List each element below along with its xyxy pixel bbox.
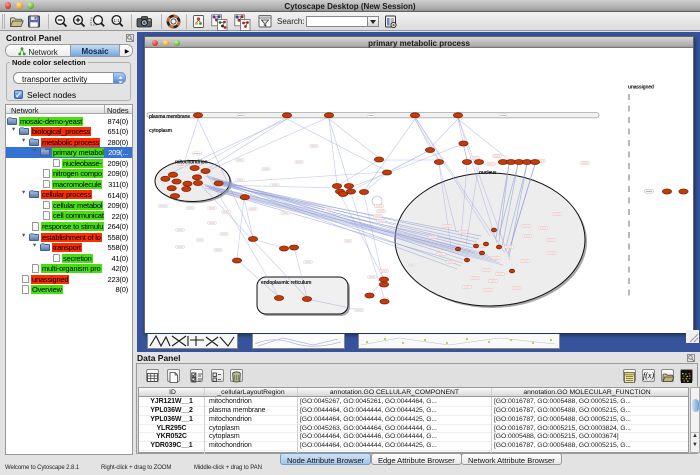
svg-text:1:1: 1:1 bbox=[114, 18, 121, 23]
svg-text:cytoplasm: cytoplasm bbox=[149, 128, 173, 134]
svg-text:unassigned: unassigned bbox=[628, 85, 654, 91]
svg-text:mitochondrion: mitochondrion bbox=[175, 160, 208, 166]
svg-text:endoplasmic reticulum: endoplasmic reticulum bbox=[261, 280, 312, 286]
svg-text:nucleus: nucleus bbox=[479, 170, 497, 176]
svg-text:plasma membrane: plasma membrane bbox=[149, 114, 190, 120]
